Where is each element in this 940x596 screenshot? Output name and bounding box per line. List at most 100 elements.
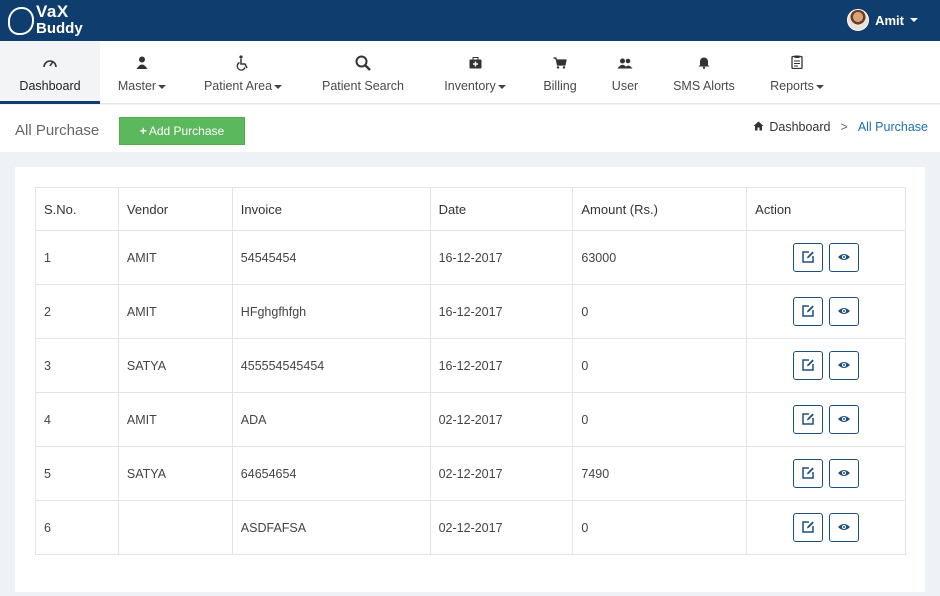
medkit-icon (424, 55, 526, 75)
logo[interactable]: VaX Buddy (8, 2, 84, 40)
wheelchair-icon (184, 55, 302, 75)
view-button[interactable] (828, 513, 859, 542)
bell-icon (656, 55, 752, 75)
cell-invoice: ADA (231, 392, 431, 447)
baby-logo-icon (8, 7, 34, 35)
user-name: Amit (875, 12, 904, 28)
cell-vendor: AMIT (117, 284, 233, 339)
edit-icon (802, 251, 815, 263)
gauge-icon (0, 55, 100, 75)
cell-vendor (117, 500, 233, 555)
table-row: 5 SATYA 64654654 02-12-2017 7490 (35, 446, 906, 501)
view-icon (837, 362, 850, 368)
table-row: 6 ASDFAFSA 02-12-2017 0 (35, 500, 906, 555)
cell-invoice: ASDFAFSA (231, 500, 431, 555)
cell-amount: 7490 (572, 446, 748, 501)
cell-invoice: 455554545454 (231, 338, 431, 393)
cell-action (746, 392, 906, 447)
nav-item-master[interactable]: Master (100, 41, 184, 104)
breadcrumb-current: All Purchase (857, 120, 928, 134)
nav-item-patient-area[interactable]: Patient Area (184, 41, 302, 104)
user-icon (100, 55, 184, 75)
brand-name-line1: VaX (36, 2, 69, 21)
nav-item-dashboard[interactable]: Dashboard (0, 41, 100, 104)
top-bar: VaX Buddy Amit (0, 0, 940, 41)
page-header: All Purchase + Add Purchase Dashboard > A… (0, 105, 940, 152)
nav-item-user[interactable]: User (594, 41, 656, 104)
edit-button[interactable] (793, 243, 824, 272)
cell-action (746, 338, 906, 393)
nav-label: SMS Alorts (673, 79, 735, 93)
view-button[interactable] (828, 459, 859, 488)
chevron-down-icon (815, 84, 824, 89)
nav-item-billing[interactable]: Billing (526, 41, 594, 104)
view-button[interactable] (828, 243, 859, 272)
cell-amount: 0 (572, 392, 748, 447)
cell-amount: 0 (572, 338, 748, 393)
header-action: Action (746, 187, 906, 231)
cart-icon (526, 55, 594, 75)
breadcrumb-home-link[interactable]: Dashboard (769, 120, 830, 134)
cell-invoice: 54545454 (231, 230, 431, 285)
chevron-down-icon (158, 84, 167, 89)
table-row: 1 AMIT 54545454 16-12-2017 63000 (35, 230, 906, 285)
nav-item-patient-search[interactable]: Patient Search (302, 41, 424, 104)
cell-amount: 0 (572, 284, 748, 339)
edit-icon (802, 467, 815, 479)
table-header-row: S.No. Vendor Invoice Date Amount (Rs.) A… (35, 187, 906, 231)
edit-button[interactable] (793, 405, 824, 434)
users-icon (594, 55, 656, 75)
cell-amount: 0 (572, 500, 748, 555)
cell-date: 02-12-2017 (429, 500, 574, 555)
cell-sno: 6 (35, 500, 119, 555)
cell-action (746, 230, 906, 285)
nav-label: Dashboard (19, 79, 81, 93)
edit-icon (802, 413, 815, 425)
header-vendor: Vendor (117, 187, 233, 231)
table-row: 3 SATYA 455554545454 16-12-2017 0 (35, 338, 906, 393)
nav-item-sms-alerts[interactable]: SMS Alorts (656, 41, 752, 104)
view-button[interactable] (828, 351, 859, 380)
nav-label: Master (100, 79, 184, 93)
cell-action (746, 284, 906, 339)
edit-button[interactable] (793, 351, 824, 380)
cell-vendor: SATYA (117, 446, 233, 501)
nav-item-reports[interactable]: Reports (752, 41, 842, 104)
nav-item-inventory[interactable]: Inventory (424, 41, 526, 104)
nav-label: Patient Area (184, 79, 302, 93)
edit-icon (802, 521, 815, 533)
cell-invoice: HFghgfhfgh (231, 284, 431, 339)
page-title: All Purchase (15, 122, 100, 139)
header-date: Date (429, 187, 574, 231)
view-icon (837, 524, 850, 530)
edit-icon (802, 359, 815, 371)
breadcrumb-separator: > (840, 120, 848, 134)
cell-sno: 2 (35, 284, 119, 339)
edit-button[interactable] (793, 513, 824, 542)
cell-date: 16-12-2017 (429, 230, 574, 285)
header-invoice: Invoice (231, 187, 431, 231)
nav-label: Billing (543, 79, 577, 93)
edit-button[interactable] (793, 459, 824, 488)
cell-action (746, 446, 906, 501)
main-nav: Dashboard Master Patient Area Patient Se… (0, 41, 940, 104)
edit-button[interactable] (793, 297, 824, 326)
header-sno: S.No. (35, 187, 119, 231)
nav-label: User (611, 79, 639, 93)
nav-label: Reports (752, 79, 842, 93)
cell-vendor: AMIT (117, 230, 233, 285)
plus-icon: + (139, 124, 147, 138)
cell-sno: 1 (35, 230, 119, 285)
add-purchase-button[interactable]: + Add Purchase (119, 117, 245, 145)
view-button[interactable] (828, 297, 859, 326)
table-row: 2 AMIT HFghgfhfgh 16-12-2017 0 (35, 284, 906, 339)
cell-date: 16-12-2017 (429, 338, 574, 393)
nav-label: Inventory (424, 79, 526, 93)
cell-invoice: 64654654 (231, 446, 431, 501)
user-menu[interactable]: Amit (847, 9, 918, 31)
table-row: 4 AMIT ADA 02-12-2017 0 (35, 392, 906, 447)
view-button[interactable] (828, 405, 859, 434)
purchase-table: S.No. Vendor Invoice Date Amount (Rs.) A… (35, 187, 906, 555)
chevron-down-icon (497, 84, 506, 89)
cell-date: 02-12-2017 (429, 446, 574, 501)
